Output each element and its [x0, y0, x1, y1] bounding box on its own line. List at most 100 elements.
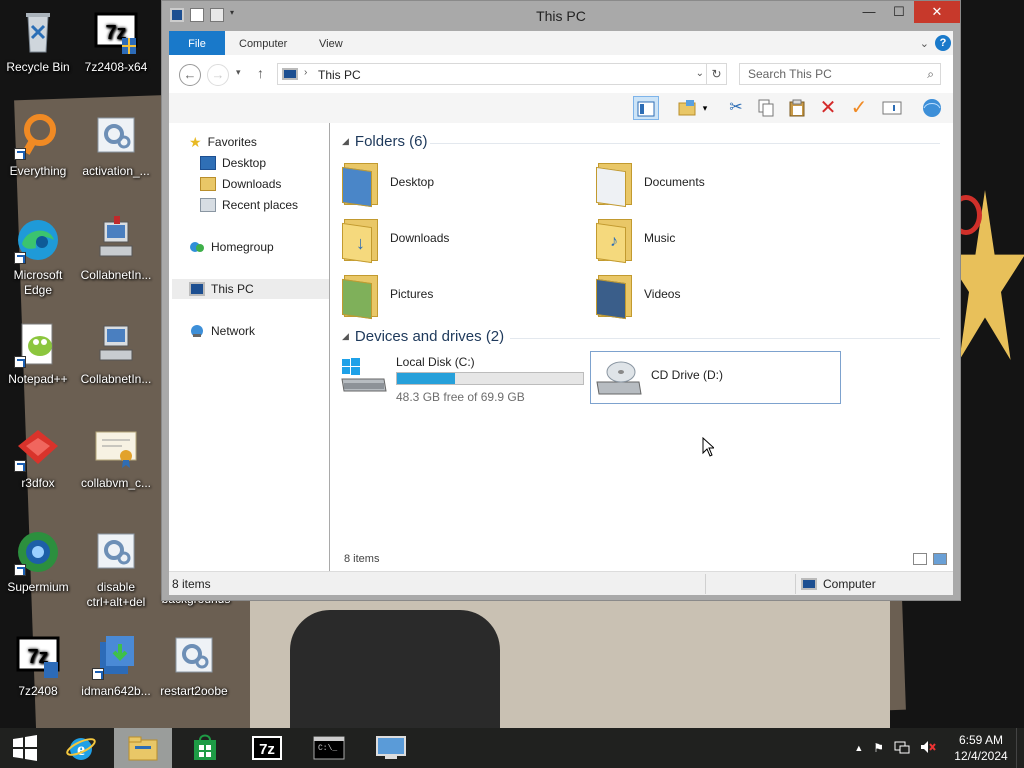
desktop-icon-idman[interactable]: idman642b... [78, 632, 154, 699]
folder-tile-desktop[interactable]: Desktop [342, 155, 434, 209]
address-field[interactable]: › This PC ⌄ ↻ [277, 63, 727, 85]
desktop-icon-restart2oobe[interactable]: restart2oobe [156, 632, 232, 699]
back-button[interactable]: ← [179, 64, 201, 86]
network-status-icon[interactable] [894, 740, 910, 757]
large-icons-view-icon[interactable] [933, 553, 947, 565]
minimize-button[interactable]: — [854, 1, 884, 23]
devices-group-header[interactable]: ◢ Devices and drives (2) [342, 328, 504, 345]
action-center-flag-icon[interactable]: ⚑ [873, 741, 884, 755]
delete-icon[interactable]: ✕ [815, 96, 841, 120]
folder-tile-music[interactable]: ♪ Music [596, 211, 675, 265]
folders-group-header[interactable]: ◢ Folders (6) [342, 133, 427, 150]
folder-tile-pictures[interactable]: Pictures [342, 267, 433, 321]
nav-item-label: This PC [211, 282, 254, 296]
desktop-icon-7z2408-x64[interactable]: 7z 7z2408-x64 [78, 8, 154, 75]
copy-icon[interactable] [753, 96, 779, 120]
search-input[interactable] [740, 64, 910, 84]
recent-locations-chevron-icon[interactable]: ▾ [236, 67, 241, 78]
folder-tile-videos[interactable]: Videos [596, 267, 680, 321]
nav-item-label: Homegroup [211, 240, 274, 254]
folder-tile-downloads[interactable]: ↓ Downloads [342, 211, 449, 265]
taskbar-store[interactable] [176, 728, 234, 768]
forward-button[interactable]: → [207, 64, 229, 86]
drive-label: CD Drive (D:) [651, 368, 723, 382]
shortcut-arrow-icon [14, 356, 26, 368]
desktop-icon-recycle-bin[interactable]: Recycle Bin [0, 8, 76, 75]
tab-file[interactable]: File [169, 31, 225, 55]
desktop-icon-disable-ctrl-alt-del[interactable]: disable ctrl+alt+del [78, 528, 154, 610]
network-globe-icon[interactable] [919, 96, 945, 120]
desktop-icon-collabnet-1[interactable]: CollabnetIn... [78, 216, 154, 283]
computer-network-icon [92, 216, 140, 264]
desktop-icon-notepadpp[interactable]: Notepad++ [0, 320, 76, 387]
desktop-icon-label: 7z2408-x64 [84, 60, 148, 74]
taskbar-remote-desktop[interactable] [362, 728, 420, 768]
refresh-icon[interactable]: ↻ [706, 64, 726, 84]
system-tray: ▲ ⚑ 6:59 AM 12/4/2024 [854, 728, 1024, 768]
start-button[interactable] [0, 728, 50, 768]
taskbar-file-explorer[interactable] [114, 728, 172, 768]
desktop-icon-everything[interactable]: Everything [0, 112, 76, 179]
expand-ribbon-chevron-icon[interactable]: ⌄ [920, 37, 929, 50]
paste-icon[interactable] [784, 96, 810, 120]
breadcrumb-separator-icon[interactable]: › [304, 67, 307, 78]
nav-item-downloads[interactable]: Downloads [200, 174, 281, 194]
search-field[interactable]: ⌕ [739, 63, 941, 85]
drive-tile-local-disk-c[interactable]: Local Disk (C:) 48.3 GB free of 69.9 GB [340, 355, 584, 404]
taskbar-7zip[interactable]: 7z [238, 728, 296, 768]
cd-drive-icon [595, 356, 643, 396]
nav-item-network[interactable]: Network [189, 321, 255, 341]
group-divider [430, 143, 940, 144]
show-hidden-icons-chevron-icon[interactable]: ▲ [854, 743, 863, 753]
recycle-bin-icon [14, 8, 62, 56]
documents-folder-icon [596, 159, 634, 208]
desktop-icon-activation[interactable]: activation_... [78, 112, 154, 179]
search-icon[interactable]: ⌕ [927, 67, 934, 82]
cut-icon[interactable]: ✂ [723, 96, 749, 120]
desktop-icon-collabnet-2[interactable]: CollabnetIn... [78, 320, 154, 387]
taskbar-clock[interactable]: 6:59 AM 12/4/2024 [946, 732, 1016, 764]
drive-usage-fill [397, 373, 455, 384]
maximize-button[interactable]: ☐ [884, 1, 914, 23]
nav-item-this-pc[interactable]: This PC [172, 279, 329, 299]
address-path[interactable]: This PC [318, 68, 361, 82]
drive-tile-cd-drive-d[interactable]: CD Drive (D:) [590, 351, 841, 404]
taskbar-internet-explorer[interactable]: e [52, 728, 110, 768]
address-dropdown-chevron-icon[interactable]: ⌄ [696, 68, 704, 79]
volume-muted-icon[interactable] [920, 740, 936, 757]
desktop-icon-7z2408[interactable]: 7z 7z2408 [0, 632, 76, 699]
desktop-icon-collabvm-certificate[interactable]: collabvm_c... [78, 424, 154, 491]
open-folder-icon[interactable] [675, 96, 701, 120]
chevron-down-icon[interactable]: ▾ [699, 96, 711, 120]
nav-item-recent-places[interactable]: Recent places [200, 195, 298, 215]
desktop-icon-label: Recycle Bin [6, 60, 70, 74]
help-icon[interactable]: ? [935, 35, 951, 51]
details-view-icon[interactable] [913, 553, 927, 565]
preview-pane-button[interactable] [633, 96, 659, 120]
collapse-caret-icon[interactable]: ◢ [342, 136, 349, 147]
checkmark-icon[interactable]: ✓ [846, 96, 872, 120]
show-desktop-button[interactable] [1016, 728, 1024, 768]
window-titlebar[interactable]: ▾ This PC — ☐ ✕ [162, 1, 960, 31]
desktop-icon-r3dfox[interactable]: r3dfox [0, 424, 76, 491]
nav-item-homegroup[interactable]: Homegroup [189, 237, 274, 257]
desktop-icon-microsoft-edge[interactable]: Microsoft Edge [0, 216, 76, 298]
close-button[interactable]: ✕ [914, 1, 960, 23]
taskbar-command-prompt[interactable]: C:\_ [300, 728, 358, 768]
window-title: This PC [536, 8, 586, 24]
collapse-caret-icon[interactable]: ◢ [342, 331, 349, 342]
status-location-label: Computer [823, 577, 876, 591]
nav-item-desktop[interactable]: Desktop [200, 153, 266, 173]
tab-view[interactable]: View [319, 31, 343, 55]
rename-icon[interactable] [879, 96, 905, 120]
nav-item-favorites[interactable]: ★ Favorites [189, 132, 257, 152]
recent-places-icon [200, 198, 216, 212]
desktop-icon-supermium[interactable]: Supermium [0, 528, 76, 595]
homegroup-icon [189, 240, 205, 254]
r3dfox-browser-icon [14, 424, 62, 472]
up-arrow-icon[interactable]: ↑ [257, 65, 264, 81]
ribbon-right-controls: ⌄ ? [920, 35, 951, 51]
folder-tile-documents[interactable]: Documents [596, 155, 705, 209]
tab-computer[interactable]: Computer [239, 31, 287, 55]
folder-label: Music [644, 231, 676, 245]
